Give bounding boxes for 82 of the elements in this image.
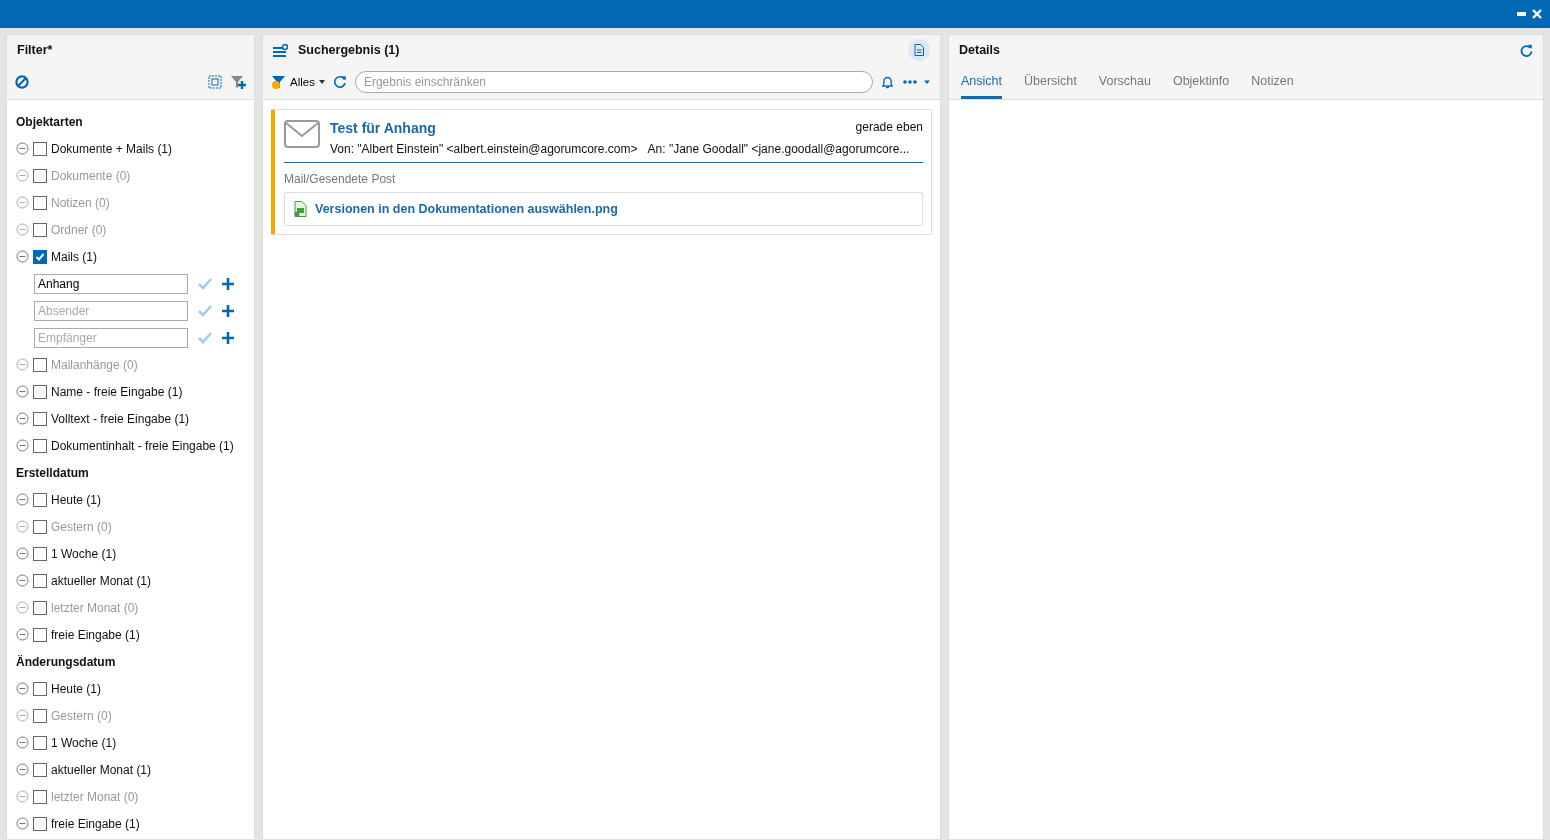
folder-path: Mail/Gesendete Post	[284, 172, 396, 186]
panel-title: Details	[959, 43, 1000, 57]
plus-icon[interactable]	[222, 277, 234, 290]
funnel-icon	[271, 74, 286, 90]
checkbox[interactable]	[33, 492, 47, 507]
scope-dropdown[interactable]: Alles	[271, 74, 325, 90]
panel-title: Suchergebnis (1)	[298, 43, 400, 57]
tab[interactable]: Objektinfo	[1172, 65, 1230, 99]
filter-option[interactable]: Dokumente + Mails (1)	[51, 141, 173, 156]
collapse-circle-icon[interactable]	[16, 817, 29, 830]
checkbox[interactable]	[33, 384, 47, 399]
checkbox[interactable]	[33, 762, 47, 777]
filter-option[interactable]: Dokumentinhalt - freie Eingabe (1)	[51, 438, 234, 453]
checkbox[interactable]	[33, 816, 47, 831]
filter-option[interactable]: Name - freie Eingabe (1)	[51, 384, 183, 399]
checkbox[interactable]	[33, 681, 47, 696]
check-icon[interactable]	[198, 304, 212, 317]
tab[interactable]: Ansicht	[961, 65, 1002, 99]
refresh-icon[interactable]	[1520, 43, 1533, 57]
checkbox[interactable]	[33, 249, 47, 264]
checkbox[interactable]	[33, 141, 47, 156]
mail-subject[interactable]: Test für Anhang	[330, 120, 436, 136]
envelope-icon	[284, 120, 320, 148]
filter-option[interactable]: 1 Woche (1)	[51, 735, 117, 750]
recipient-text: An: "Jane Goodall" <jane.goodall@agorumcore...	[647, 142, 910, 156]
more-icon[interactable]	[902, 79, 932, 85]
section-heading: Erstelldatum	[16, 464, 90, 482]
filter-option[interactable]: aktueller Monat (1)	[51, 762, 152, 777]
checkbox[interactable]	[33, 735, 47, 750]
check-icon[interactable]	[198, 331, 212, 344]
add-filter-icon[interactable]	[230, 74, 246, 90]
filter-option[interactable]: freie Eingabe (1)	[51, 627, 140, 642]
collapse-circle-icon[interactable]	[16, 142, 29, 155]
filter-option[interactable]: freie Eingabe (1)	[51, 816, 140, 831]
clear-filter-icon[interactable]	[15, 75, 29, 89]
input-field[interactable]: Absender	[34, 300, 188, 321]
result-card[interactable]: Test für Anhang gerade eben Von: "Albert Einstein" <albert.einstein@agorumcore.com> An: "Jane Goodall" <jane.goodall@agorumcore... Mail/Gesendete Post Versionen in den Dokumentationen auswählen.png	[271, 109, 932, 235]
close-icon[interactable]	[1532, 9, 1542, 19]
filter-option[interactable]: aktueller Monat (1)	[51, 573, 152, 588]
section-heading: Objektarten	[16, 113, 84, 131]
tab[interactable]: Vorschau	[1098, 65, 1151, 99]
check-icon[interactable]	[198, 277, 212, 290]
section-heading: Änderungsdatum	[16, 653, 117, 671]
list-icon[interactable]	[273, 43, 288, 57]
collapse-circle-icon[interactable]	[16, 493, 29, 506]
document-button[interactable]	[908, 39, 930, 61]
filter-option[interactable]: 1 Woche (1)	[51, 546, 117, 561]
attachment-item[interactable]: Versionen in den Dokumentationen auswählen.png	[284, 192, 923, 226]
checkbox[interactable]	[33, 573, 47, 588]
collapse-circle-icon[interactable]	[16, 250, 29, 263]
panel-title: Filter*	[17, 43, 53, 57]
collapse-circle-icon[interactable]	[16, 682, 29, 695]
refresh-icon[interactable]	[332, 75, 347, 89]
search-field[interactable]: Ergebnis einschränken	[354, 71, 873, 93]
filter-option[interactable]: Mails (1)	[51, 249, 97, 264]
plus-icon[interactable]	[222, 331, 234, 344]
collapse-circle-icon[interactable]	[16, 547, 29, 560]
filter-option[interactable]: Volltext - freie Eingabe (1)	[51, 411, 190, 426]
bell-icon[interactable]	[881, 75, 894, 89]
collapse-circle-icon[interactable]	[16, 385, 29, 398]
document-icon	[914, 44, 924, 56]
collapse-circle-icon[interactable]	[16, 628, 29, 641]
filter-option[interactable]: Heute (1)	[51, 492, 102, 507]
plus-icon[interactable]	[222, 304, 234, 317]
checkbox[interactable]	[33, 627, 47, 642]
input-field[interactable]: Empfänger	[34, 327, 188, 348]
filter-option[interactable]: Heute (1)	[51, 681, 102, 696]
timestamp: gerade eben	[855, 120, 923, 136]
tab[interactable]: Übersicht	[1024, 65, 1077, 99]
image-file-icon	[293, 201, 307, 217]
input-field[interactable]: Anhang	[34, 273, 188, 294]
collapse-circle-icon[interactable]	[16, 736, 29, 749]
checkbox[interactable]	[33, 438, 47, 453]
tab[interactable]: Notizen	[1251, 65, 1294, 99]
checkbox[interactable]	[33, 546, 47, 561]
collapse-circle-icon[interactable]	[16, 412, 29, 425]
collapse-circle-icon[interactable]	[16, 763, 29, 776]
caret-icon	[318, 80, 325, 84]
collapse-circle-icon[interactable]	[16, 439, 29, 452]
checkbox[interactable]	[33, 411, 47, 426]
collapse-circle-icon[interactable]	[16, 574, 29, 587]
sender-text: Von: "Albert Einstein" <albert.einstein@agorumcore.com>	[330, 142, 638, 156]
